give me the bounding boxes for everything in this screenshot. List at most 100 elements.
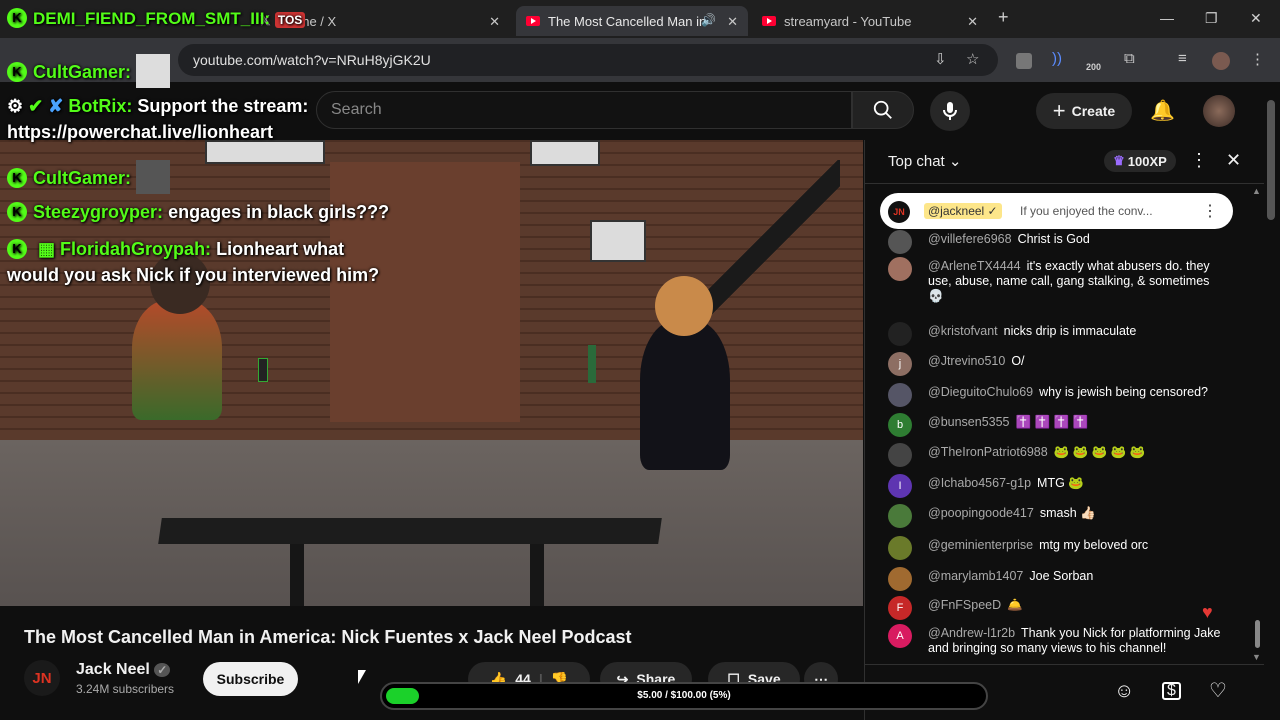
voice-search-button[interactable] <box>930 91 970 131</box>
new-tab-icon[interactable]: + <box>998 7 1009 28</box>
extensions-puzzle-icon[interactable]: ⧉ <box>1124 50 1135 67</box>
chat-mode-dropdown[interactable]: Top chat ⌄ <box>888 152 961 170</box>
chat-author-name[interactable]: @FnFSpeeD <box>928 598 1001 612</box>
chat-author-name[interactable]: @Ichabo4567-g1p <box>928 476 1031 490</box>
kick-badge-icon: K <box>7 202 27 222</box>
chat-author-name[interactable]: @ArleneTX4444 <box>928 259 1021 273</box>
chat-scrollbar[interactable] <box>1255 620 1260 648</box>
chat-message[interactable]: @poopingoode417 smash 👍🏻 <box>888 504 1228 528</box>
chat-message[interactable]: @ArleneTX4444 it's exactly what abusers d… <box>888 257 1228 304</box>
chat-author-avatar[interactable]: I <box>888 474 912 498</box>
search-input[interactable]: Search <box>316 91 852 129</box>
chat-close-icon[interactable]: ✕ <box>1226 150 1241 171</box>
chat-author-avatar[interactable] <box>888 443 912 467</box>
chat-message[interactable]: @DieguitoChulo69 why is jewish being cens… <box>888 383 1228 407</box>
chat-author-name[interactable]: @poopingoode417 <box>928 506 1034 520</box>
chat-author-name[interactable]: @kristofvant <box>928 324 998 338</box>
chat-message[interactable]: @geminienterprise mtg my beloved orc <box>888 536 1228 560</box>
chat-author-name[interactable]: @Jtrevino510 <box>928 354 1005 368</box>
page-scrollbar[interactable] <box>1267 100 1275 220</box>
chat-author-avatar[interactable] <box>888 504 912 528</box>
audio-extension-icon[interactable]: )) <box>1052 50 1062 67</box>
chat-author-avatar[interactable] <box>888 322 912 346</box>
chat-author-avatar[interactable] <box>888 230 912 254</box>
chat-scroll-down-icon[interactable]: ▼ <box>1252 652 1261 662</box>
mouse-cursor <box>358 670 366 684</box>
chat-more-icon[interactable]: ⋮ <box>1190 150 1208 171</box>
close-tab-icon[interactable]: ✕ <box>967 14 978 30</box>
chat-message[interactable]: @villefere6968 Christ is God <box>888 230 1228 254</box>
url-text[interactable]: youtube.com/watch?v=NRuH8yjGK2U <box>193 52 431 68</box>
window-close-icon[interactable]: ✕ <box>1250 10 1262 27</box>
pinned-message[interactable]: JN @jackneel ✓ If you enjoyed the conv..… <box>880 193 1233 229</box>
tab-streamyard[interactable]: streamyard - YouTube ✕ <box>752 6 988 36</box>
chat-author-avatar[interactable]: F <box>888 596 912 620</box>
chat-author-name[interactable]: @geminienterprise <box>928 538 1033 552</box>
chat-message-body: @poopingoode417 smash 👍🏻 <box>928 506 1228 521</box>
create-button[interactable]: + Create <box>1036 93 1132 129</box>
chat-message[interactable]: b @bunsen5355 ✝️ ✝️ ✝️ ✝️ <box>888 413 1228 437</box>
pinned-author: @jackneel ✓ <box>924 203 1002 219</box>
overlay-link: https://powerchat.live/lionheart <box>7 122 274 142</box>
bookmark-star-icon[interactable]: ☆ <box>966 50 979 68</box>
chat-message[interactable]: A @Andrew-l1r2b Thank you Nick for platfor… <box>888 624 1228 656</box>
chat-author-name[interactable]: @villefere6968 <box>928 232 1012 246</box>
speaker-icon[interactable]: 🔊 <box>701 13 716 27</box>
emoji-icon[interactable]: ☺ <box>1114 680 1134 703</box>
chat-author-name[interactable]: @bunsen5355 <box>928 415 1010 429</box>
profile-avatar[interactable] <box>1212 52 1230 70</box>
chat-author-avatar[interactable] <box>888 383 912 407</box>
address-bar-row <box>0 38 1280 82</box>
chat-author-avatar[interactable] <box>888 536 912 560</box>
chat-author-name[interactable]: @DieguitoChulo69 <box>928 385 1033 399</box>
browser-menu-icon[interactable]: ⋮ <box>1250 50 1265 68</box>
xp-badge[interactable]: ♛ 100XP <box>1104 150 1176 172</box>
chat-message[interactable]: F @FnFSpeeD 🛎️ <box>888 596 1228 620</box>
account-avatar[interactable] <box>1203 95 1235 127</box>
chat-message-body: @marylamb1407 Joe Sorban <box>928 569 1228 584</box>
chat-author-name[interactable]: @marylamb1407 <box>928 569 1023 583</box>
chat-message[interactable]: j @Jtrevino510 O/ <box>888 352 1228 376</box>
overlay-message: engages in black girls??? <box>168 202 390 222</box>
bot-badge-icon: ⚙ <box>7 96 24 116</box>
heart-reaction-icon: ♥ <box>1202 602 1213 622</box>
chat-message[interactable]: I @Ichabo4567-g1p MTG 🐸 <box>888 474 1228 498</box>
extension-icon[interactable] <box>1016 53 1032 69</box>
media-control-icon[interactable]: ≡ <box>1178 50 1187 67</box>
super-chat-icon[interactable]: $ <box>1162 682 1181 700</box>
chat-author-name[interactable]: @TheIronPatriot6988 <box>928 445 1048 459</box>
chat-author-avatar[interactable] <box>888 257 912 281</box>
notifications-bell-icon[interactable]: 🔔 <box>1150 98 1175 123</box>
heart-icon[interactable]: ♡ <box>1209 678 1227 703</box>
chat-message-text: Joe Sorban <box>1029 569 1094 583</box>
subscribe-button[interactable]: Subscribe <box>203 662 298 696</box>
overlay-chat-line: K Steezygroyper: engages in black girls??… <box>7 202 389 223</box>
overlay-message: Lionheart what <box>216 239 345 259</box>
chat-scroll-up-icon[interactable]: ▲ <box>1252 186 1261 196</box>
donation-goal-text: $5.00 / $100.00 (5%) <box>637 690 731 701</box>
search-icon <box>873 100 892 119</box>
restore-icon[interactable]: ❐ <box>1205 10 1218 27</box>
minimize-icon[interactable]: — <box>1160 10 1174 26</box>
channel-name[interactable]: Jack Neel ✓ <box>76 661 171 679</box>
pinned-more-icon[interactable]: ⋮ <box>1202 201 1218 221</box>
extension-badge[interactable]: 200 <box>1086 62 1101 72</box>
search-button[interactable] <box>852 91 914 129</box>
close-tab-icon[interactable]: ✕ <box>489 14 500 30</box>
channel-name-text: Jack Neel <box>76 661 150 678</box>
close-tab-icon[interactable]: ✕ <box>727 14 738 30</box>
chat-message[interactable]: @TheIronPatriot6988 🐸 🐸 🐸 🐸 🐸 <box>888 443 1228 467</box>
chat-author-avatar[interactable] <box>888 567 912 591</box>
tab-youtube-video[interactable]: The Most Cancelled Man in 🔊 ✕ <box>516 6 748 36</box>
chat-message[interactable]: @kristofvant nicks drip is immaculate <box>888 322 1228 346</box>
chat-author-name[interactable]: @Andrew-l1r2b <box>928 626 1015 640</box>
chat-message[interactable]: @marylamb1407 Joe Sorban <box>888 567 1228 591</box>
chat-author-avatar[interactable]: A <box>888 624 912 648</box>
chat-author-avatar[interactable]: j <box>888 352 912 376</box>
chat-message-body: @ArleneTX4444 it's exactly what abusers d… <box>928 259 1228 304</box>
install-app-icon[interactable]: ⇩ <box>934 50 947 68</box>
channel-avatar[interactable]: JN <box>24 660 60 696</box>
chat-message-text: 🛎️ <box>1007 598 1023 612</box>
chat-author-avatar[interactable]: b <box>888 413 912 437</box>
chevron-down-icon: ⌄ <box>948 153 962 170</box>
